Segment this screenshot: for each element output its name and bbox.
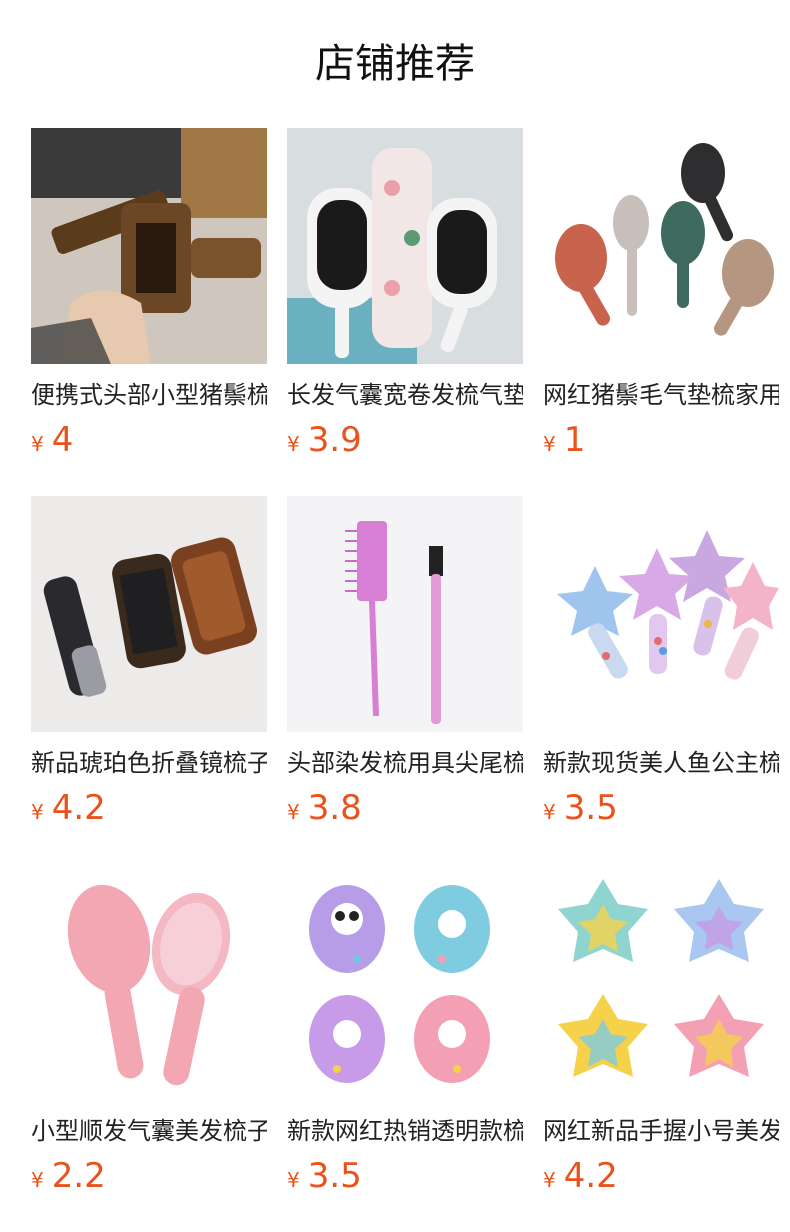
product-name[interactable]: 小型顺发气囊美发梳子 xyxy=(31,1114,267,1148)
product-name[interactable]: 新款网红热销透明款梳 xyxy=(287,1114,523,1148)
product-image[interactable] xyxy=(543,128,779,364)
product-price: ¥ 3.8 xyxy=(287,786,362,830)
currency-symbol: ¥ xyxy=(31,800,44,824)
price-value: 2.2 xyxy=(51,1156,106,1196)
product-name[interactable]: 网红猪鬃毛气垫梳家用 xyxy=(543,378,779,412)
price-value: 4 xyxy=(51,420,74,460)
product-name[interactable]: 头部染发梳用具尖尾梳 xyxy=(287,746,523,780)
currency-symbol: ¥ xyxy=(31,1168,44,1192)
price-value: 3.5 xyxy=(307,1156,362,1196)
product-card[interactable]: 网红猪鬃毛气垫梳家用 ¥ 1 xyxy=(543,128,779,496)
product-image[interactable] xyxy=(543,496,779,732)
product-price: ¥ 1 xyxy=(543,418,585,462)
currency-symbol: ¥ xyxy=(287,1168,300,1192)
currency-symbol: ¥ xyxy=(543,800,556,824)
currency-symbol: ¥ xyxy=(543,432,556,456)
product-image[interactable] xyxy=(543,864,779,1100)
price-value: 3.5 xyxy=(563,788,618,828)
currency-symbol: ¥ xyxy=(31,432,44,456)
product-name[interactable]: 网红新品手握小号美发 xyxy=(543,1114,779,1148)
price-value: 3.9 xyxy=(307,420,362,460)
product-card[interactable]: 新品琥珀色折叠镜梳子 ¥ 4.2 xyxy=(31,496,267,864)
product-image[interactable] xyxy=(31,496,267,732)
currency-symbol: ¥ xyxy=(287,800,300,824)
product-image[interactable] xyxy=(31,864,267,1100)
product-name[interactable]: 新款现货美人鱼公主梳 xyxy=(543,746,779,780)
product-image[interactable] xyxy=(287,864,523,1100)
product-price: ¥ 3.9 xyxy=(287,418,362,462)
product-image[interactable] xyxy=(287,496,523,732)
product-grid: 便携式头部小型猪鬃梳 ¥ 4 长发气囊宽卷发梳气垫 ¥ 3.9 网红猪鬃毛气垫梳… xyxy=(31,128,779,1232)
store-recommendations-page: 店铺推荐 便携式头部小型猪鬃梳 ¥ 4 长发气囊宽卷发梳气垫 ¥ 3.9 网红猪… xyxy=(0,0,790,1232)
product-price: ¥ 3.5 xyxy=(287,1154,362,1198)
product-price: ¥ 2.2 xyxy=(31,1154,106,1198)
price-value: 1 xyxy=(563,420,586,460)
product-card[interactable]: 新款现货美人鱼公主梳 ¥ 3.5 xyxy=(543,496,779,864)
product-name[interactable]: 新品琥珀色折叠镜梳子 xyxy=(31,746,267,780)
product-price: ¥ 4.2 xyxy=(31,786,106,830)
price-value: 3.8 xyxy=(307,788,362,828)
product-card[interactable]: 新款网红热销透明款梳 ¥ 3.5 xyxy=(287,864,523,1232)
product-card[interactable]: 小型顺发气囊美发梳子 ¥ 2.2 xyxy=(31,864,267,1232)
product-card[interactable]: 长发气囊宽卷发梳气垫 ¥ 3.9 xyxy=(287,128,523,496)
currency-symbol: ¥ xyxy=(287,432,300,456)
product-card[interactable]: 便携式头部小型猪鬃梳 ¥ 4 xyxy=(31,128,267,496)
currency-symbol: ¥ xyxy=(543,1168,556,1192)
product-image[interactable] xyxy=(287,128,523,364)
product-price: ¥ 4.2 xyxy=(543,1154,618,1198)
price-value: 4.2 xyxy=(563,1156,618,1196)
product-price: ¥ 3.5 xyxy=(543,786,618,830)
price-value: 4.2 xyxy=(51,788,106,828)
product-image[interactable] xyxy=(31,128,267,364)
page-title: 店铺推荐 xyxy=(315,41,475,87)
product-card[interactable]: 网红新品手握小号美发 ¥ 4.2 xyxy=(543,864,779,1232)
product-name[interactable]: 长发气囊宽卷发梳气垫 xyxy=(287,378,523,412)
product-card[interactable]: 头部染发梳用具尖尾梳 ¥ 3.8 xyxy=(287,496,523,864)
product-name[interactable]: 便携式头部小型猪鬃梳 xyxy=(31,378,267,412)
product-price: ¥ 4 xyxy=(31,418,73,462)
